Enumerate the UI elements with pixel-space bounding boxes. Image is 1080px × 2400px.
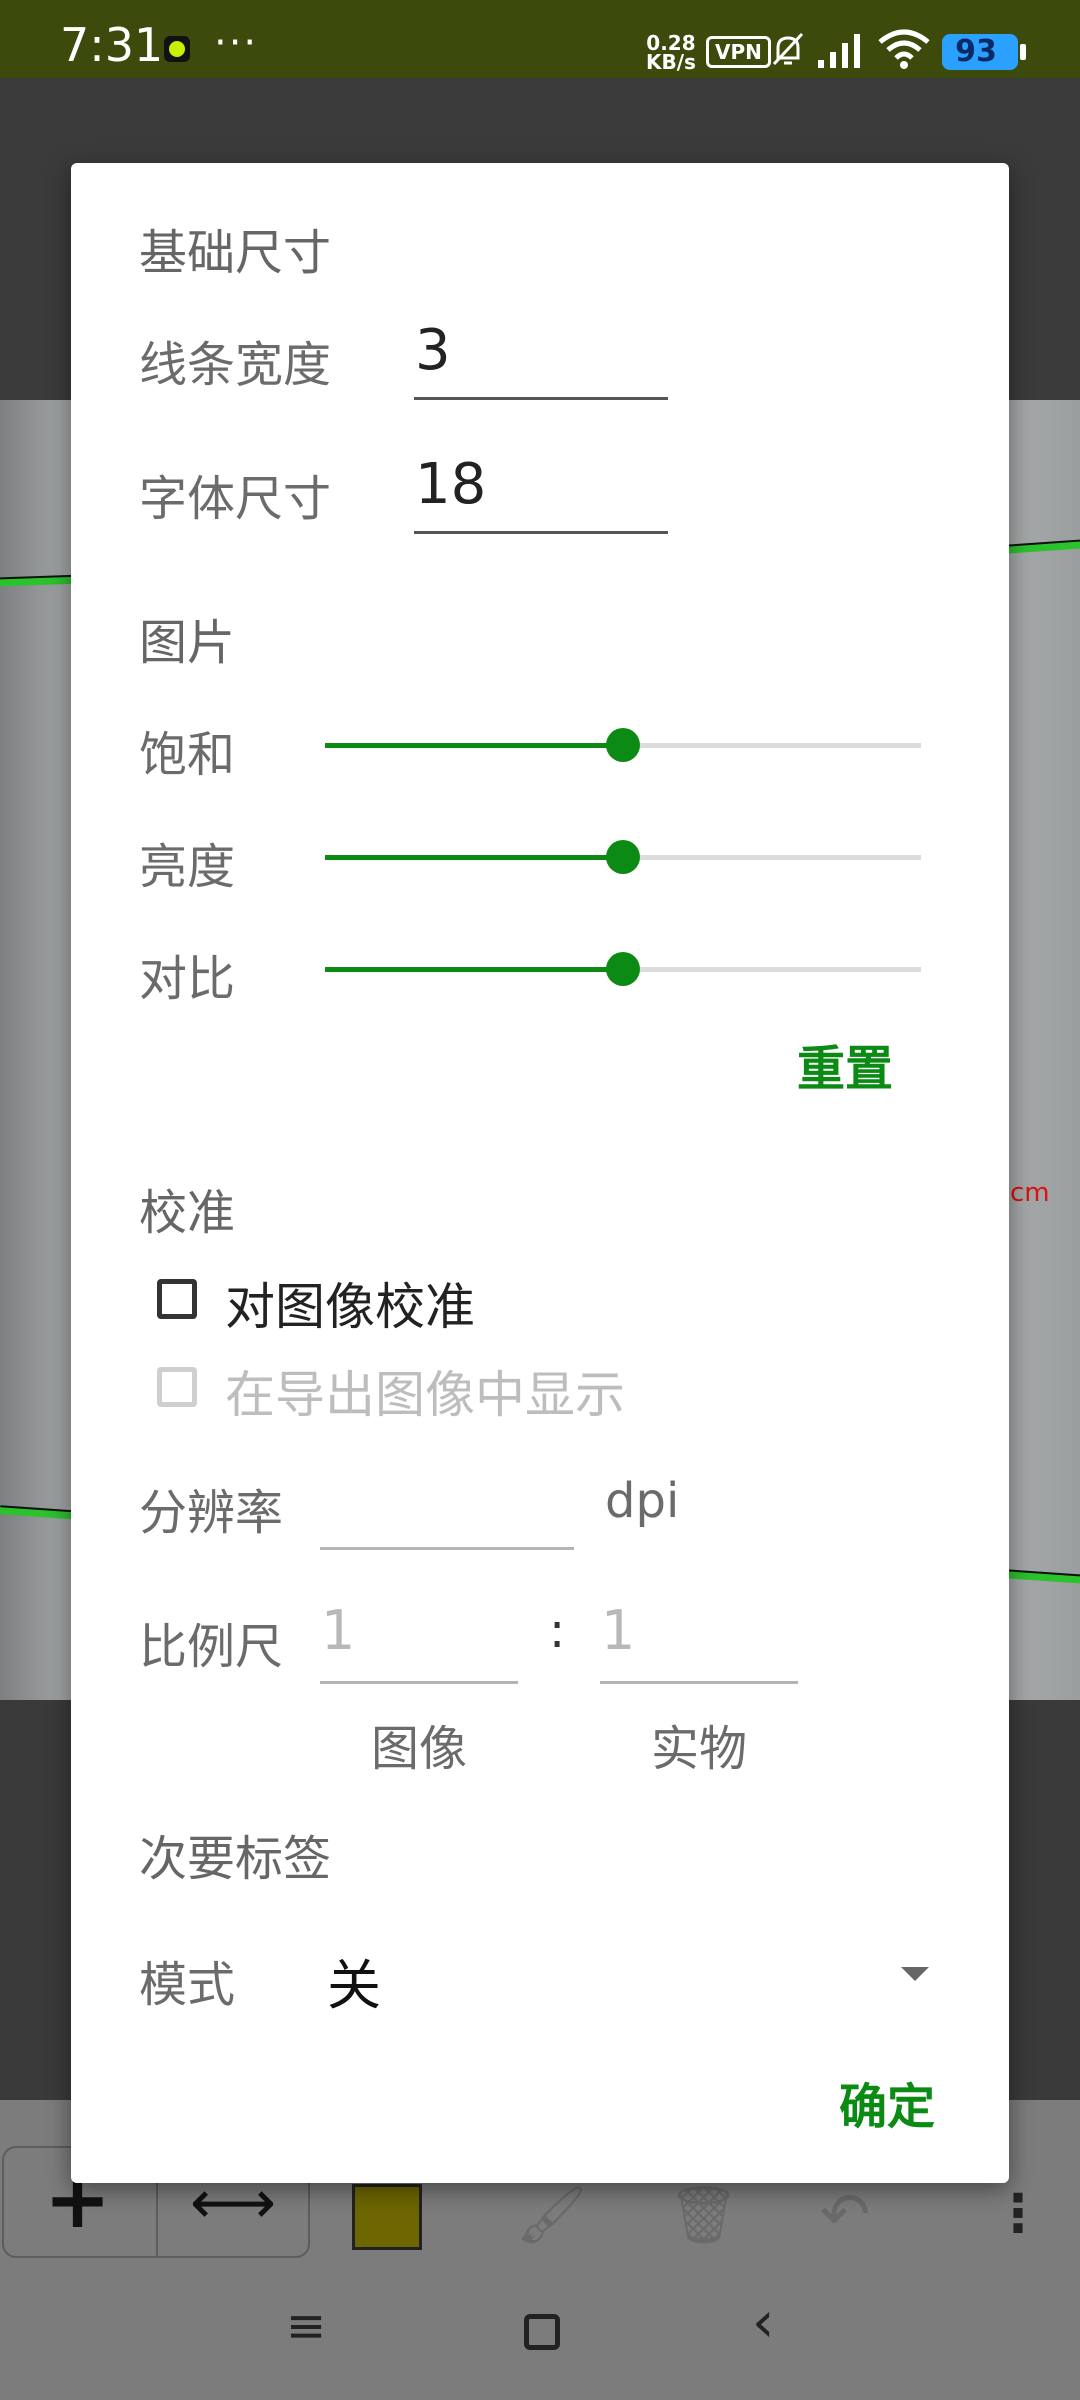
mode-label: 模式 xyxy=(139,1957,236,2013)
brightness-label: 亮度 xyxy=(139,839,236,895)
show-in-export-label: 在导出图像中显示 xyxy=(225,1366,625,1424)
dropdown-arrow-icon xyxy=(901,1967,929,1981)
more-vert-icon[interactable]: ⋮ xyxy=(992,2184,1044,2244)
calibrate-checkbox-label[interactable]: 对图像校准 xyxy=(225,1267,475,1339)
battery-level: 93 xyxy=(955,34,997,69)
section-basic-size: 基础尺寸 xyxy=(139,225,332,281)
home-icon[interactable] xyxy=(524,2314,560,2350)
saturation-slider-fill xyxy=(325,743,623,748)
contrast-slider-thumb[interactable] xyxy=(606,952,640,986)
scale-label: 比例尺 xyxy=(139,1619,284,1675)
mode-dropdown[interactable]: 关 xyxy=(321,1923,961,2023)
section-image: 图片 xyxy=(139,615,236,671)
recording-indicator-icon xyxy=(164,36,190,62)
contrast-slider[interactable] xyxy=(325,952,921,986)
measure-label: cm xyxy=(1010,1178,1050,1208)
mute-bell-icon xyxy=(772,32,804,66)
show-in-export-checkbox xyxy=(157,1367,197,1407)
battery-cap xyxy=(1020,44,1026,60)
settings-dialog: 基础尺寸 线条宽度 3 字体尺寸 18 图片 饱和 亮度 对比 重置 校准 对图… xyxy=(71,163,1009,2183)
brightness-slider[interactable] xyxy=(325,840,921,874)
color-swatch[interactable] xyxy=(352,2184,422,2250)
scale-image-input[interactable]: 1 xyxy=(321,1599,355,1662)
resolution-underline xyxy=(320,1547,574,1550)
resolution-label: 分辨率 xyxy=(139,1485,284,1541)
system-nav-bar: ≡ ‹ xyxy=(0,2270,1080,2400)
measure-line xyxy=(1004,1569,1080,1584)
vpn-icon: VPN xyxy=(706,36,771,68)
resolution-input[interactable] xyxy=(321,1463,571,1523)
measure-line xyxy=(0,574,81,587)
status-bar: 7:31 ··· 0.28 KB/s VPN 93 xyxy=(0,0,1080,78)
ok-button[interactable]: 确定 xyxy=(839,2067,935,2137)
line-width-label: 线条宽度 xyxy=(139,337,332,393)
network-speed: 0.28 KB/s xyxy=(646,33,696,74)
scale-real-underline xyxy=(600,1681,798,1684)
resolution-unit: dpi xyxy=(605,1473,680,1529)
contrast-label: 对比 xyxy=(139,951,236,1007)
battery-icon: 93 xyxy=(942,34,1018,70)
saturation-slider[interactable] xyxy=(325,728,921,762)
section-calibration: 校准 xyxy=(139,1185,236,1241)
saturation-label: 饱和 xyxy=(139,727,236,783)
section-secondary-label: 次要标签 xyxy=(139,1831,332,1887)
trash-icon[interactable]: 🗑 xyxy=(668,2182,739,2248)
font-size-underline xyxy=(414,531,668,534)
calibrate-checkbox[interactable] xyxy=(157,1279,197,1319)
scale-image-underline xyxy=(320,1681,518,1684)
brightness-slider-thumb[interactable] xyxy=(606,840,640,874)
brightness-slider-fill xyxy=(325,855,623,860)
status-time: 7:31 xyxy=(60,18,164,72)
back-icon[interactable]: ‹ xyxy=(752,2290,774,2355)
notification-more-icon: ··· xyxy=(214,20,259,66)
wifi-icon xyxy=(878,29,930,69)
menu-icon[interactable]: ≡ xyxy=(286,2298,326,2354)
scale-real-caption: 实物 xyxy=(651,1721,748,1777)
font-size-input[interactable]: 18 xyxy=(415,452,486,517)
font-size-label: 字体尺寸 xyxy=(139,471,332,527)
saturation-slider-thumb[interactable] xyxy=(606,728,640,762)
brush-icon[interactable]: 🖌 xyxy=(516,2182,587,2248)
undo-icon[interactable]: ↶ xyxy=(820,2180,870,2250)
network-speed-unit: KB/s xyxy=(646,50,696,74)
scale-image-caption: 图像 xyxy=(371,1721,468,1777)
line-width-underline xyxy=(414,397,668,400)
line-width-input[interactable]: 3 xyxy=(415,318,451,383)
scale-real-input[interactable]: 1 xyxy=(601,1599,635,1662)
measure-line xyxy=(1004,539,1080,554)
contrast-slider-fill xyxy=(325,967,623,972)
scale-separator: : xyxy=(549,1603,566,1659)
reset-button[interactable]: 重置 xyxy=(797,1029,893,1099)
measure-line xyxy=(0,1505,81,1520)
mode-dropdown-value: 关 xyxy=(327,1954,381,2017)
signal-icon xyxy=(818,34,860,68)
